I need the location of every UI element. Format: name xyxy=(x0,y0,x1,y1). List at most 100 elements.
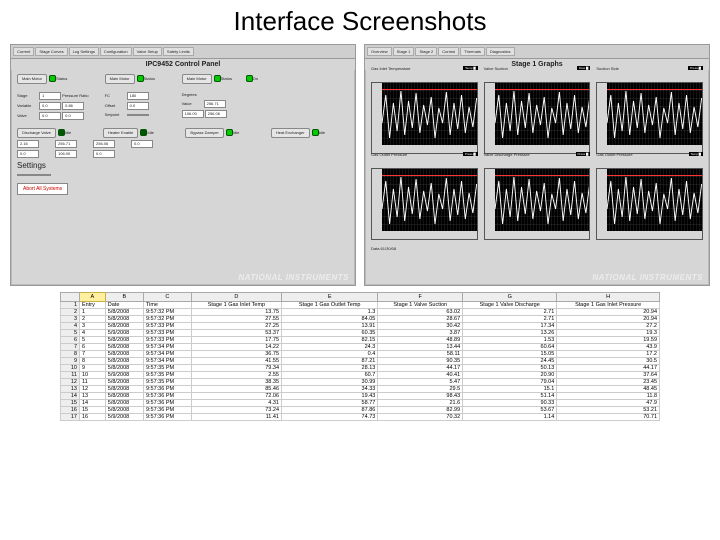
chart-5 xyxy=(596,168,703,240)
settings-field[interactable] xyxy=(17,174,51,176)
fld-sp3[interactable]: 256.06 xyxy=(205,110,227,118)
fld-stage[interactable]: 1 xyxy=(39,92,61,100)
col-H[interactable]: H xyxy=(557,293,660,302)
gtab-5[interactable]: Diagnostics xyxy=(486,47,515,56)
led-on xyxy=(246,75,253,82)
hdr-cell-3[interactable]: Stage 1 Gas Inlet Temp xyxy=(191,302,281,309)
hdr-cell-7[interactable]: Stage 1 Gas Inlet Pressure xyxy=(557,302,660,309)
idle-1: Idle xyxy=(65,130,87,136)
col-F[interactable]: F xyxy=(378,293,463,302)
hdr-cell-5[interactable]: Stage 1 Valve Suction xyxy=(378,302,463,309)
table-row[interactable]: 765/8/20089:57:34 PM14.2224.313.4460.644… xyxy=(61,344,660,351)
lbl-pr: Pressure Ratio xyxy=(62,93,88,99)
fld-x2[interactable]: 106.00 xyxy=(55,150,77,158)
hdr-cell-1[interactable]: Date xyxy=(105,302,143,309)
main-motor-button-1[interactable]: Main Motor xyxy=(17,74,47,84)
status-label: Status xyxy=(56,76,78,82)
gtab-3[interactable]: Control xyxy=(438,47,459,56)
tab-log[interactable]: Log Settings xyxy=(69,47,99,56)
fld-v3[interactable] xyxy=(127,114,149,116)
col-D[interactable]: D xyxy=(191,293,281,302)
chart-title-1: Valve Suction xyxy=(484,66,508,71)
fld-off[interactable]: 0.0 xyxy=(127,102,149,110)
gtab-1[interactable]: Stage 1 xyxy=(393,47,415,56)
table-row[interactable]: 655/8/20089:57:33 PM17.7582.1548.891.531… xyxy=(61,337,660,344)
control-panel-window: Current Stage Curves Log Settings Config… xyxy=(10,44,356,286)
on-label: On xyxy=(253,76,275,82)
hdr-cell-6[interactable]: Stage 1 Valve Discharge xyxy=(463,302,557,309)
hdr-cell-2[interactable]: Time xyxy=(143,302,191,309)
table-row[interactable]: 11105/9/20089:57:35 PM2.5560.740.4120.90… xyxy=(61,372,660,379)
chart-legend-5: Temp ▇ xyxy=(689,152,703,156)
hdr-cell-0[interactable]: Entry xyxy=(80,302,106,309)
gtab-4[interactable]: Thermals xyxy=(460,47,485,56)
idle-2: Idle xyxy=(147,130,169,136)
fld-sp5[interactable]: 0.0 xyxy=(17,150,39,158)
col-C[interactable]: C xyxy=(143,293,191,302)
lbl-sp: Setpoint xyxy=(105,112,127,118)
fld-pr[interactable]: 0.86 xyxy=(62,102,84,110)
tab-valve[interactable]: Valve Setup xyxy=(133,47,162,56)
col-E[interactable]: E xyxy=(282,293,378,302)
idle-4: Idle xyxy=(319,130,341,136)
led-d4 xyxy=(312,129,319,136)
fld-x3[interactable]: 256.06 xyxy=(93,140,115,148)
main-motor-button-2[interactable]: Main Motor xyxy=(105,74,135,84)
table-row[interactable]: 15145/8/20089:57:36 PM4.3158.7721.690.33… xyxy=(61,400,660,407)
fld-x5[interactable]: 0.0 xyxy=(131,140,153,148)
table-row[interactable]: 1095/8/20089:57:35 PM79.3428.1344.1750.1… xyxy=(61,365,660,372)
row-hdr-0[interactable]: 1 xyxy=(61,302,80,309)
fld-x1[interactable]: 256.71 xyxy=(55,140,77,148)
lbl-valve: Valve xyxy=(17,113,39,119)
chart-3 xyxy=(371,168,478,240)
discharge-valve-button[interactable]: Discharge Valve xyxy=(17,128,56,138)
fld-sp4[interactable]: 2.16 xyxy=(17,140,39,148)
tab-curves[interactable]: Stage Curves xyxy=(35,47,67,56)
fld-sp1[interactable]: 256.71 xyxy=(204,100,226,108)
led-3 xyxy=(214,75,221,82)
chart-title-5: Gas Outlet Pressure xyxy=(596,152,632,157)
table-row[interactable]: 14135/8/20089:57:36 PM72.0619.4398.4351.… xyxy=(61,393,660,400)
bypass-damper-button[interactable]: Bypass Damper xyxy=(185,128,223,138)
tab-current[interactable]: Current xyxy=(13,47,34,56)
settings-heading: Settings xyxy=(17,161,349,170)
chart-legend-4: Press ▇ xyxy=(576,152,591,156)
fld-fc[interactable]: 180 xyxy=(127,92,149,100)
table-row[interactable]: 215/8/20089:57:32 PM13.751.363.022.7120.… xyxy=(61,309,660,316)
fld-x4[interactable]: 0.0 xyxy=(93,150,115,158)
col-G[interactable]: G xyxy=(463,293,557,302)
led-d3 xyxy=(226,129,233,136)
ni-brand-2: NATIONAL INSTRUMENTS xyxy=(592,273,703,282)
table-row[interactable]: 13125/8/20089:57:36 PM85.4634.3329.515.1… xyxy=(61,386,660,393)
lbl-val: Value xyxy=(182,101,204,107)
spreadsheet[interactable]: ABCDEFGH 1EntryDateTimeStage 1 Gas Inlet… xyxy=(60,292,660,421)
fld-v2[interactable]: 0.0 xyxy=(62,112,84,120)
lbl-fc: FC xyxy=(105,93,127,99)
table-row[interactable]: 17165/9/20089:57:36 PM11.4174.7370.321.1… xyxy=(61,414,660,421)
table-row[interactable]: 545/9/20089:57:33 PM53.3760.353.8713.261… xyxy=(61,330,660,337)
tab-safety[interactable]: Safety Limits xyxy=(163,47,194,56)
table-row[interactable]: 985/8/20089:57:34 PM41.5587.2190.3524.45… xyxy=(61,358,660,365)
chart-4 xyxy=(484,168,591,240)
hdr-cell-4[interactable]: Stage 1 Gas Outlet Temp xyxy=(282,302,378,309)
fld-var[interactable]: 0.0 xyxy=(39,102,61,110)
fld-sp2[interactable]: 106.00 xyxy=(182,110,204,118)
table-row[interactable]: 325/8/20089:57:32 PM27.5584.0528.672.712… xyxy=(61,316,660,323)
col-B[interactable]: B xyxy=(105,293,143,302)
tab-config[interactable]: Configuration xyxy=(100,47,132,56)
table-row[interactable]: 16155/8/20089:57:36 PM73.2487.8682.9953.… xyxy=(61,407,660,414)
table-row[interactable]: 12115/8/20089:57:35 PM38.3530.995.4779.0… xyxy=(61,379,660,386)
fld-v1[interactable]: 0.0 xyxy=(39,112,61,120)
heat-exchanger-button[interactable]: Heat Exchanger xyxy=(271,128,310,138)
col-A[interactable]: A xyxy=(80,293,106,302)
abort-button[interactable]: Abort All Systems xyxy=(17,183,68,195)
table-row[interactable]: 875/8/20089:57:34 PM36.750.458.1115.0517… xyxy=(61,351,660,358)
graphs-panel-window: Overview Stage 1 Stage 2 Control Thermal… xyxy=(364,44,710,286)
gtab-0[interactable]: Overview xyxy=(367,47,392,56)
gtab-2[interactable]: Stage 2 xyxy=(415,47,437,56)
chart-title-4: Valve Discharge Pressure xyxy=(484,152,530,157)
heater-enable-button[interactable]: Heater Enable xyxy=(103,128,139,138)
led-1 xyxy=(49,75,56,82)
main-motor-button-3[interactable]: Main Motor xyxy=(182,74,212,84)
table-row[interactable]: 435/8/20089:57:33 PM27.2513.9130.4217.34… xyxy=(61,323,660,330)
